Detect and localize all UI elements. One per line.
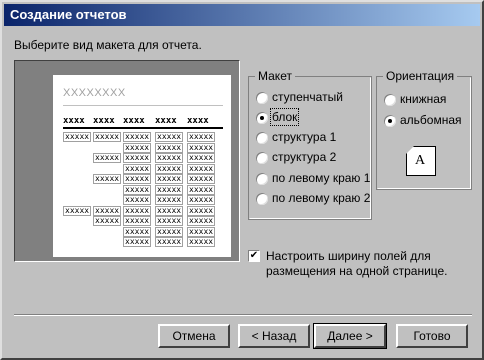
preview-cell: xxxxx [187, 195, 216, 205]
preview-cell: xxxxx [155, 226, 184, 237]
radio-outline-1-label[interactable]: структура 1 [272, 130, 336, 144]
preview-cell: xxxxx [123, 216, 152, 226]
fit-width-checkbox[interactable]: ✔ [248, 250, 260, 262]
preview-cell: xxxxx [155, 163, 184, 174]
preview-header-cell: xxxx [155, 116, 177, 126]
layout-group-legend: Макет [255, 69, 295, 83]
preview-cell: xxxxx [187, 163, 216, 174]
preview-cell: xxxxx [123, 153, 152, 163]
preview-cell: xxxxx [63, 205, 92, 216]
preview-header-cell: xxxx [123, 116, 145, 126]
preview-cell: xxxxx [93, 205, 122, 216]
radio-stepped-label[interactable]: ступенчатый [272, 90, 343, 104]
preview-cell: xxxxx [123, 184, 152, 195]
fit-width-label-line1[interactable]: Настроить ширину полей для [266, 249, 431, 263]
preview-cell: xxxxx [123, 237, 152, 247]
radio-align-left-1-label[interactable]: по левому краю 1 [272, 171, 370, 185]
preview-cell: xxxxx [93, 153, 122, 163]
preview-cell: xxxxx [187, 226, 216, 237]
radio-portrait[interactable] [384, 94, 396, 106]
radio-block[interactable] [256, 112, 268, 124]
preview-cell: xxxxx [155, 195, 184, 205]
radio-landscape[interactable] [384, 115, 396, 127]
radio-block-label[interactable]: блок [269, 108, 300, 126]
next-button[interactable]: Далее > [314, 324, 386, 348]
layout-preview: XXXXXXXX xxxx xxxx xxxx xxxx xxxx xxxxx xxxxx x… [14, 60, 240, 262]
radio-outline-2-label[interactable]: структура 2 [272, 150, 336, 164]
radio-portrait-label[interactable]: книжная [400, 92, 446, 106]
preview-title-line [63, 105, 223, 106]
preview-cell: xxxxx [63, 132, 92, 142]
radio-align-left-2[interactable] [256, 193, 268, 205]
preview-cell: xxxxx [123, 195, 152, 205]
window-title: Создание отчетов [10, 7, 127, 22]
preview-cell: xxxxx [93, 174, 122, 184]
radio-stepped[interactable] [256, 92, 268, 104]
preview-header-cell: xxxx [63, 116, 85, 126]
preview-cell: xxxxx [123, 174, 152, 184]
preview-cell: xxxxx [123, 163, 152, 174]
radio-align-left-1[interactable] [256, 173, 268, 185]
preview-header-cell: xxxx [187, 116, 209, 126]
finish-button[interactable]: Готово [396, 324, 468, 348]
preview-title: XXXXXXXX [63, 87, 126, 99]
preview-cell: xxxxx [187, 153, 216, 163]
preview-cell: xxxxx [93, 132, 122, 142]
preview-cell: xxxxx [187, 184, 216, 195]
back-button[interactable]: < Назад [238, 324, 310, 348]
preview-cell: xxxxx [123, 132, 152, 142]
preview-cell: xxxxx [187, 174, 216, 184]
preview-cell: xxxxx [155, 153, 184, 163]
preview-cell: xxxxx [123, 142, 152, 153]
preview-cell: xxxxx [155, 184, 184, 195]
preview-cell: xxxxx [155, 142, 184, 153]
preview-sheet: XXXXXXXX xxxx xxxx xxxx xxxx xxxx xxxxx xxxxx x… [53, 75, 231, 257]
page-icon-letter: A [415, 153, 426, 168]
orientation-group-legend: Ориентация [383, 69, 458, 83]
preview-cell: xxxxx [155, 216, 184, 226]
landscape-page-icon: A [406, 146, 436, 176]
preview-cell: xxxxx [155, 132, 184, 142]
preview-header-rule [63, 127, 223, 129]
fit-width-label-line2[interactable]: размещения на одной странице. [266, 264, 448, 278]
footer-separator [14, 314, 472, 316]
title-bar[interactable]: Создание отчетов [4, 4, 480, 26]
preview-cell: xxxxx [187, 237, 216, 247]
preview-cell: xxxxx [187, 216, 216, 226]
preview-cell: xxxxx [187, 205, 216, 216]
preview-cell: xxxxx [123, 226, 152, 237]
preview-cell: xxxxx [93, 216, 122, 226]
radio-landscape-label[interactable]: альбомная [400, 113, 462, 127]
radio-outline-2[interactable] [256, 152, 268, 164]
preview-cell: xxxxx [155, 237, 184, 247]
radio-outline-1[interactable] [256, 132, 268, 144]
report-wizard-window: Создание отчетов Выберите вид макета для… [0, 0, 484, 360]
preview-cell: xxxxx [187, 132, 216, 142]
preview-cell: xxxxx [187, 142, 216, 153]
instruction-text: Выберите вид макета для отчета. [14, 38, 202, 52]
preview-cell: xxxxx [123, 205, 152, 216]
radio-align-left-2-label[interactable]: по левому краю 2 [272, 191, 370, 205]
preview-header-cell: xxxx [93, 116, 115, 126]
cancel-button[interactable]: Отмена [158, 324, 230, 348]
preview-cell: xxxxx [155, 205, 184, 216]
preview-cell: xxxxx [155, 174, 184, 184]
